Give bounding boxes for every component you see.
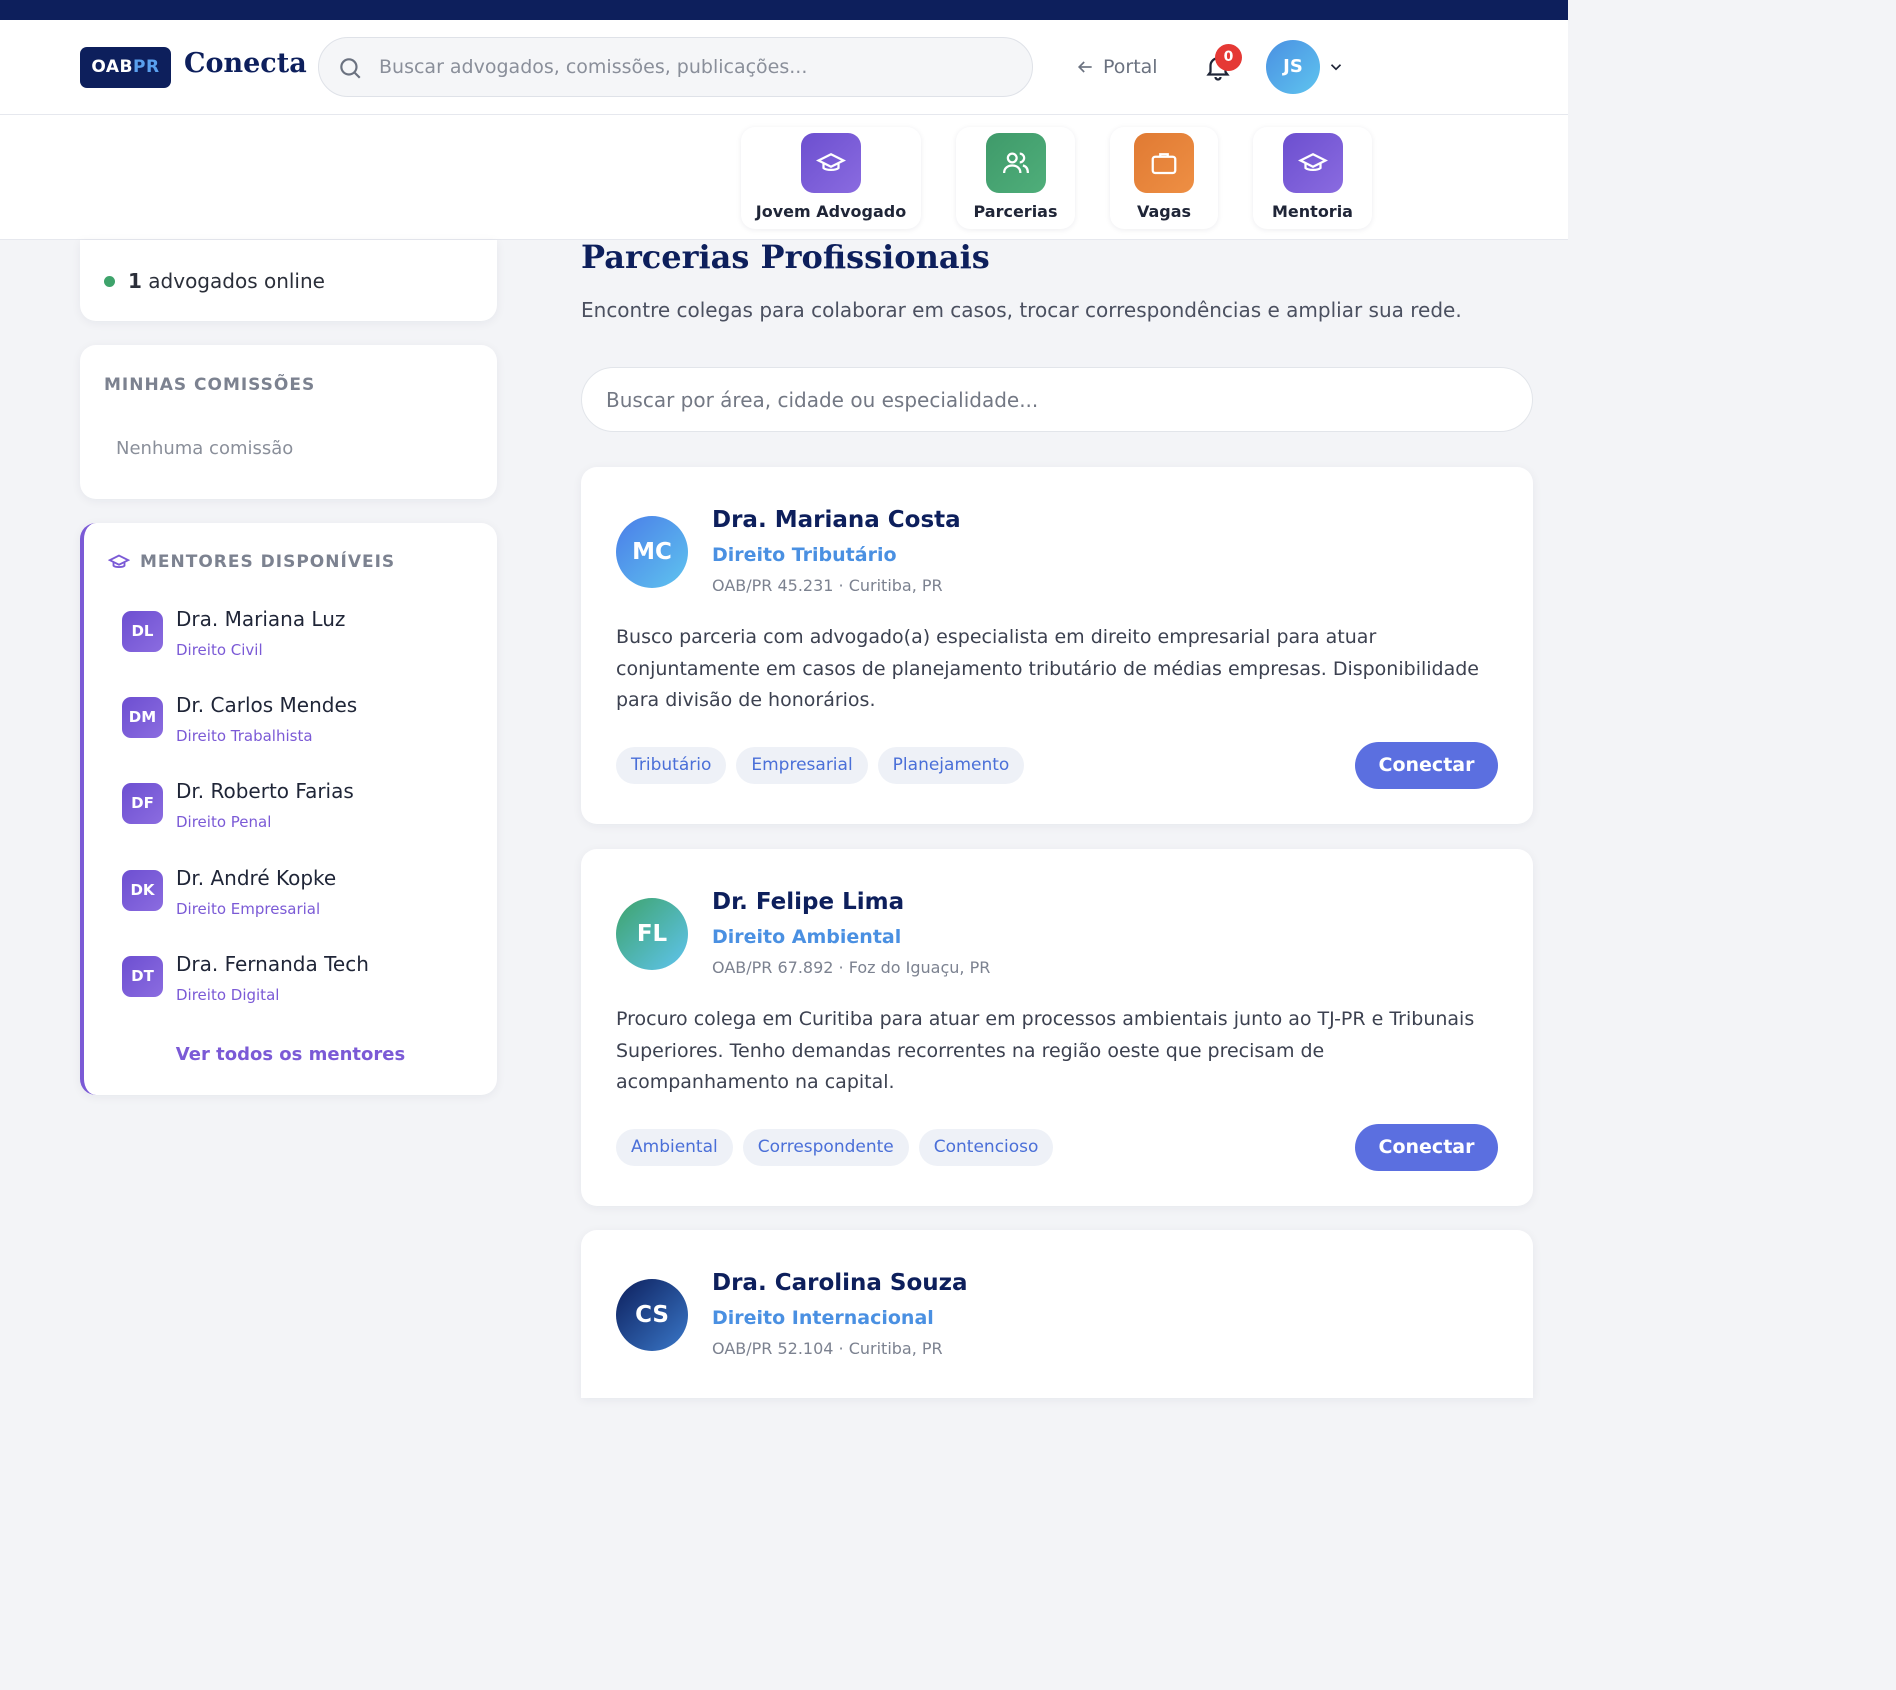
partnership-search-input[interactable]: Buscar por área, cidade ou especialidade…	[581, 367, 1533, 432]
users-icon	[986, 133, 1046, 193]
partner-avatar[interactable]: CS	[616, 1279, 688, 1351]
mentor-avatar: DL	[122, 611, 163, 652]
filter-placeholder: Buscar por área, cidade ou especialidade…	[606, 388, 1039, 412]
mentor-area: Direito Empresarial	[176, 900, 321, 918]
partner-card: CS Dra. Carolina Souza Direito Internaci…	[581, 1230, 1533, 1398]
view-all-mentors-link[interactable]: Ver todos os mentores	[84, 1044, 497, 1065]
partner-card: FL Dr. Felipe Lima Direito Ambiental OAB…	[581, 849, 1533, 1206]
quick-action-label: Vagas	[1136, 202, 1192, 221]
mentor-name: Dr. Carlos Mendes	[176, 693, 358, 717]
partner-name[interactable]: Dra. Mariana Costa	[712, 507, 961, 533]
brand-name: Conecta	[184, 48, 307, 79]
tag-chip[interactable]: Ambiental	[616, 1129, 733, 1166]
user-avatar[interactable]: JS	[1266, 40, 1320, 94]
tag-chip[interactable]: Planejamento	[877, 747, 1025, 784]
commissions-title: MINHAS COMISSÕES	[104, 375, 316, 395]
mentor-name: Dra. Mariana Luz	[176, 607, 346, 631]
partner-name[interactable]: Dra. Carolina Souza	[712, 1270, 968, 1296]
arrow-left-icon	[1077, 61, 1092, 73]
mentor-avatar: DK	[122, 870, 163, 911]
quick-action-mentoria[interactable]: Mentoria	[1253, 127, 1372, 229]
page-title: Parcerias Profissionais	[581, 238, 990, 276]
partner-area: Direito Internacional	[712, 1307, 934, 1329]
mentors-card: MENTORES DISPONÍVEIS DL Dra. Mariana Luz…	[80, 523, 497, 1095]
app-header: OABPR Conecta Buscar advogados, comissõe…	[0, 20, 1568, 115]
mentors-title: MENTORES DISPONÍVEIS	[140, 552, 396, 572]
partner-meta: OAB/PR 52.104 · Curitiba, PR	[712, 1339, 943, 1358]
mentor-area: Direito Trabalhista	[176, 727, 313, 745]
mentor-area: Direito Digital	[176, 986, 280, 1004]
mentor-avatar: DF	[122, 783, 163, 824]
search-placeholder: Buscar advogados, comissões, publicações…	[379, 56, 808, 78]
partner-card: MC Dra. Mariana Costa Direito Tributário…	[581, 467, 1533, 824]
online-status-card: 1 advogados online	[80, 240, 497, 321]
partner-tags: Ambiental Correspondente Contencioso	[616, 1129, 1054, 1166]
notification-badge: 0	[1215, 44, 1242, 71]
commissions-card: MINHAS COMISSÕES Nenhuma comissão	[80, 345, 497, 499]
graduation-cap-icon	[108, 554, 130, 568]
mentor-name: Dra. Fernanda Tech	[176, 952, 369, 976]
tag-chip[interactable]: Tributário	[616, 747, 727, 784]
briefcase-icon	[1134, 133, 1194, 193]
partner-name[interactable]: Dr. Felipe Lima	[712, 889, 904, 915]
chevron-down-icon[interactable]	[1327, 58, 1345, 76]
mentor-item[interactable]: DM Dr. Carlos Mendes Direito Trabalhista	[122, 693, 462, 757]
mentor-name: Dr. André Kopke	[176, 866, 337, 890]
portal-link[interactable]: Portal	[1075, 56, 1158, 78]
mentor-area: Direito Civil	[176, 641, 263, 659]
connect-button[interactable]: Conectar	[1355, 1124, 1498, 1171]
mentor-item[interactable]: DK Dr. André Kopke Direito Empresarial	[122, 866, 462, 930]
commissions-empty: Nenhuma comissão	[116, 438, 294, 459]
partner-description: Procuro colega em Curitiba para atuar em…	[616, 1008, 1475, 1093]
top-accent-bar	[0, 0, 1568, 20]
search-icon	[340, 58, 361, 79]
partner-description: Busco parceria com advogado(a) especiali…	[616, 626, 1479, 711]
partner-area: Direito Ambiental	[712, 926, 902, 948]
online-count-text: 1 advogados online	[128, 269, 325, 293]
mentor-area: Direito Penal	[176, 813, 272, 831]
mentors-header: MENTORES DISPONÍVEIS	[108, 551, 395, 573]
tag-chip[interactable]: Empresarial	[736, 747, 868, 784]
quick-action-label: Mentoria	[1272, 202, 1353, 221]
mentor-avatar: DT	[122, 956, 163, 997]
global-search-input[interactable]: Buscar advogados, comissões, publicações…	[318, 37, 1033, 97]
mentor-avatar: DM	[122, 697, 163, 738]
quick-action-label: Jovem Advogado	[755, 202, 907, 221]
quick-actions-bar: Jovem Advogado Parcerias Vagas Mentoria	[0, 115, 1568, 240]
online-indicator	[104, 276, 115, 287]
graduation-cap-icon	[1283, 133, 1343, 193]
oab-logo[interactable]: OABPR	[80, 47, 171, 88]
mentor-name: Dr. Roberto Farias	[176, 779, 354, 803]
mentor-item[interactable]: DL Dra. Mariana Luz Direito Civil	[122, 607, 462, 671]
partner-avatar[interactable]: MC	[616, 516, 688, 588]
quick-action-jovem-advogado[interactable]: Jovem Advogado	[741, 127, 921, 229]
mentor-item[interactable]: DF Dr. Roberto Farias Direito Penal	[122, 779, 462, 843]
partner-avatar[interactable]: FL	[616, 898, 688, 970]
quick-action-vagas[interactable]: Vagas	[1110, 127, 1218, 229]
quick-action-label: Parcerias	[973, 202, 1058, 221]
portal-label: Portal	[1103, 56, 1158, 78]
mentor-item[interactable]: DT Dra. Fernanda Tech Direito Digital	[122, 952, 462, 1016]
partner-meta: OAB/PR 67.892 · Foz do Iguaçu, PR	[712, 958, 991, 977]
graduation-cap-icon	[801, 133, 861, 193]
tag-chip[interactable]: Contencioso	[918, 1129, 1054, 1166]
connect-button[interactable]: Conectar	[1355, 742, 1498, 789]
partner-area: Direito Tributário	[712, 544, 897, 566]
partner-tags: Tributário Empresarial Planejamento	[616, 747, 1025, 784]
quick-action-parcerias[interactable]: Parcerias	[956, 127, 1075, 229]
partner-meta: OAB/PR 45.231 · Curitiba, PR	[712, 576, 943, 595]
tag-chip[interactable]: Correspondente	[742, 1129, 909, 1166]
page-subtitle: Encontre colegas para colaborar em casos…	[581, 298, 1462, 322]
